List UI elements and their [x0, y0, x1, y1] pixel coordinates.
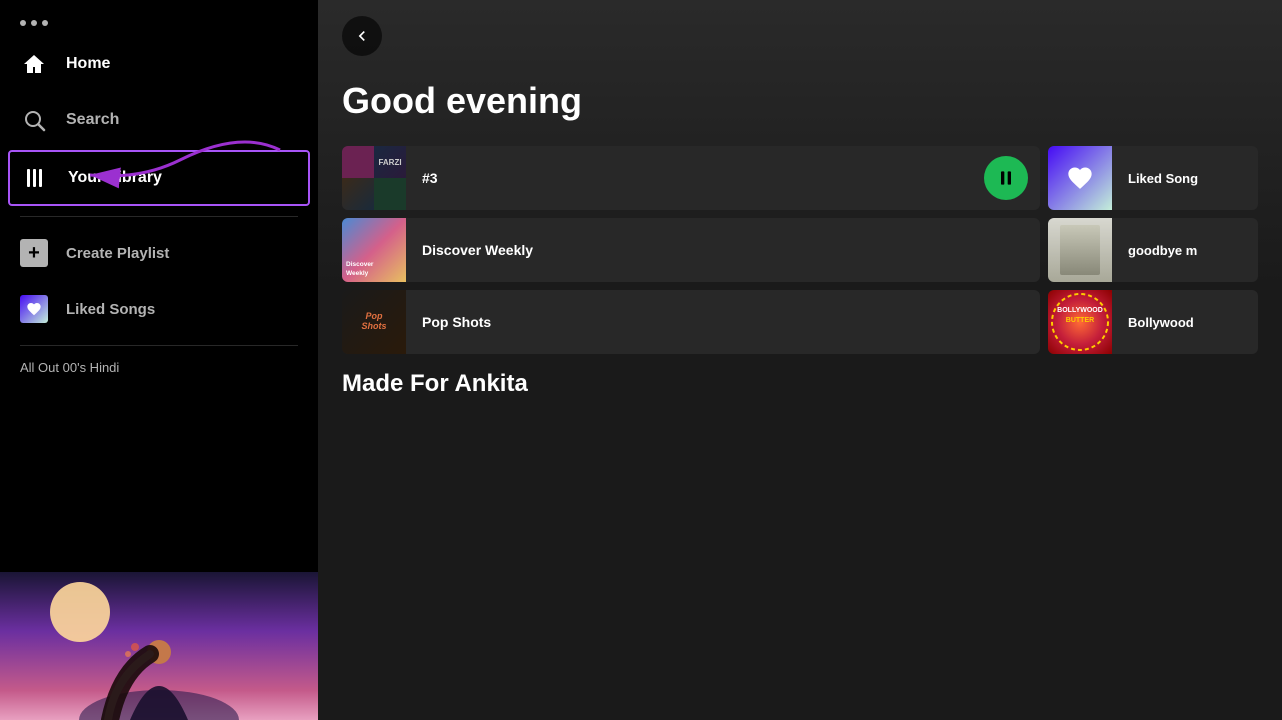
library-label: Your Library — [68, 169, 162, 187]
svg-text:BUTTER: BUTTER — [1066, 317, 1094, 324]
goodbye-label: goodbye m — [1112, 243, 1258, 258]
collage-cell-1 — [342, 146, 374, 178]
discover-label: Discover Weekly — [406, 242, 1040, 258]
main-content: Good evening FARZI — [318, 0, 1282, 720]
quick-item-popshots[interactable]: PopShots Pop Shots — [342, 290, 1040, 354]
bollywood-label: Bollywood — [1112, 315, 1258, 330]
goodbye-art — [1048, 218, 1112, 282]
quick-item-bollywood[interactable]: BOLLYWOOD BUTTER Bollywood — [1048, 290, 1258, 354]
dot-2 — [31, 20, 37, 26]
popshots-art: PopShots — [342, 290, 406, 354]
svg-text:BOLLYWOOD: BOLLYWOOD — [1057, 307, 1103, 314]
dot-1 — [20, 20, 26, 26]
goodbye-thumb — [1048, 218, 1112, 282]
discover-art: DiscoverWeekly — [342, 218, 406, 282]
album-art-preview — [0, 572, 318, 720]
dot-3 — [42, 20, 48, 26]
liked-songs-label: Liked Songs — [66, 301, 155, 318]
search-icon — [20, 106, 48, 134]
divider-1 — [20, 216, 298, 217]
more-options-menu[interactable] — [0, 0, 318, 36]
collage-cell-2: FARZI — [374, 146, 406, 178]
sidebar-item-search[interactable]: Search — [0, 92, 318, 148]
popshots-thumb: PopShots — [342, 290, 406, 354]
popshots-label: Pop Shots — [406, 314, 1040, 330]
section-title-made-for: Made For Ankita — [318, 362, 1282, 414]
popshots-text: PopShots — [361, 312, 386, 332]
liked-songs-icon — [20, 295, 48, 323]
playlist3-label: #3 — [406, 170, 984, 186]
create-playlist-button[interactable]: + Create Playlist — [0, 225, 318, 281]
home-icon — [20, 50, 48, 78]
quick-item-discover[interactable]: DiscoverWeekly Discover Weekly — [342, 218, 1040, 282]
top-bar — [318, 0, 1282, 72]
playlist3-thumb: FARZI — [342, 146, 406, 210]
playlist3-collage: FARZI — [342, 146, 406, 210]
bollywood-thumb: BOLLYWOOD BUTTER — [1048, 290, 1112, 354]
liked-thumb — [1048, 146, 1112, 210]
sidebar-item-library[interactable]: Your Library — [8, 150, 310, 206]
liked-art — [1048, 146, 1112, 210]
sidebar-item-home[interactable]: Home — [0, 36, 318, 92]
divider-2 — [20, 345, 298, 346]
greeting-text: Good evening — [318, 72, 1282, 146]
liked-label: Liked Song — [1112, 171, 1258, 186]
back-button[interactable] — [342, 16, 382, 56]
album-art-bg — [0, 572, 318, 720]
discover-thumb: DiscoverWeekly — [342, 218, 406, 282]
bollywood-art: BOLLYWOOD BUTTER — [1048, 290, 1112, 354]
create-playlist-label: Create Playlist — [66, 245, 169, 262]
collage-cell-4 — [374, 178, 406, 210]
liked-songs-button[interactable]: Liked Songs — [0, 281, 318, 337]
main-inner: Good evening FARZI — [318, 0, 1282, 720]
collage-cell-3 — [342, 178, 374, 210]
library-icon — [22, 164, 50, 192]
quick-item-liked[interactable]: Liked Song — [1048, 146, 1258, 210]
sidebar: Home Search Your Library + Create Playli… — [0, 0, 318, 720]
search-label: Search — [66, 111, 119, 129]
home-label: Home — [66, 55, 110, 73]
quick-item-goodbye[interactable]: goodbye m — [1048, 218, 1258, 282]
quick-item-playlist3[interactable]: FARZI #3 — [342, 146, 1040, 210]
playlist-item[interactable]: All Out 00's Hindi — [0, 354, 318, 381]
plus-icon: + — [20, 239, 48, 267]
pause-button-playlist3[interactable] — [984, 156, 1028, 200]
